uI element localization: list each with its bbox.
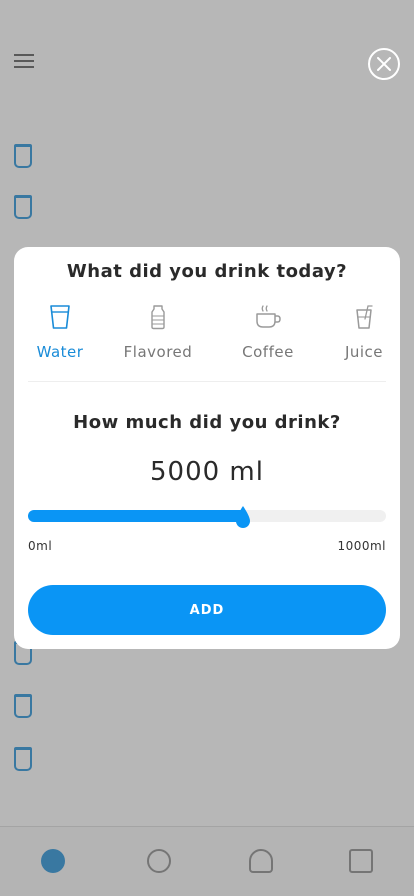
- slider-max-label: 1000ml: [337, 539, 386, 553]
- slider-min-label: 0ml: [28, 539, 53, 553]
- water-glass-icon: [50, 305, 70, 329]
- add-button[interactable]: ADD: [28, 585, 386, 635]
- coffee-cup-icon: [256, 305, 281, 328]
- juice-glass-icon: [356, 305, 373, 329]
- add-drink-modal: What did you drink today? Water Flavored…: [14, 247, 400, 649]
- tab-coffee[interactable]: Coffee: [230, 303, 306, 363]
- close-button[interactable]: [368, 48, 400, 80]
- tab-flavored[interactable]: Flavored: [120, 303, 196, 363]
- amount-slider[interactable]: [28, 505, 386, 529]
- slider-fill: [28, 510, 247, 522]
- tab-label: Flavored: [123, 343, 193, 361]
- modal-title: What did you drink today?: [66, 261, 348, 282]
- flavored-bottle-icon: [151, 305, 165, 330]
- tab-label: Coffee: [242, 343, 294, 361]
- tab-juice[interactable]: Juice: [332, 303, 396, 363]
- amount-question: How much did you drink?: [73, 412, 341, 433]
- amount-display: 5000 ml: [150, 457, 264, 487]
- tab-label: Juice: [344, 343, 384, 361]
- tab-water[interactable]: Water: [22, 303, 98, 363]
- tab-label: Water: [36, 343, 84, 361]
- close-icon: [377, 57, 391, 71]
- water-drop-thumb-icon[interactable]: [234, 505, 252, 529]
- divider: [28, 381, 386, 382]
